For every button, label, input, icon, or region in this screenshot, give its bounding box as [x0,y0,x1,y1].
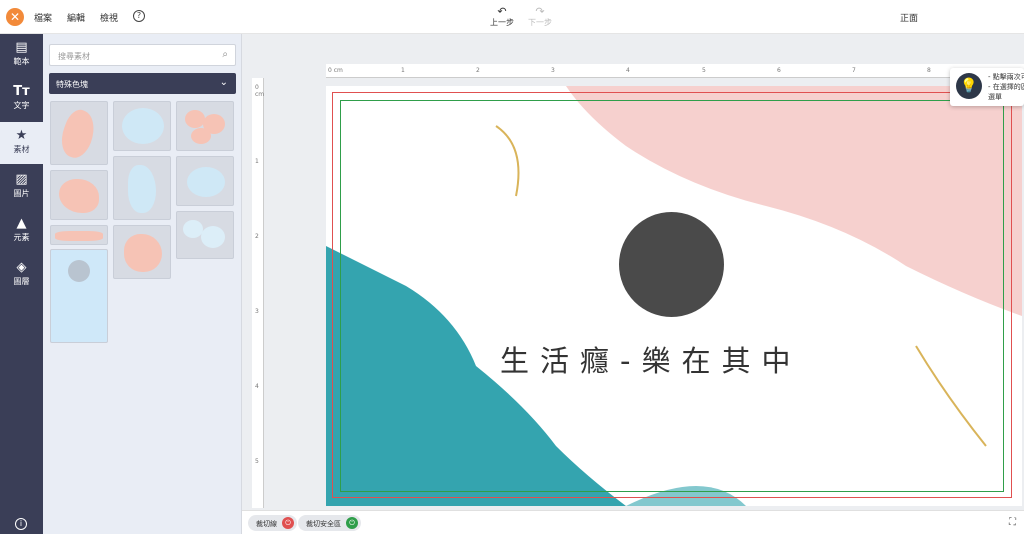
material-tile[interactable] [113,101,171,151]
top-toolbar: ✕ 檔案 編輯 檢視 ? ↶ 上一步 ↷ 下一步 正面 [0,0,1024,34]
side-selector[interactable]: 正面 [900,11,918,24]
material-tile[interactable] [50,249,108,343]
brush-blob [185,110,205,128]
material-tile[interactable] [113,225,171,279]
brush-blob [55,106,101,162]
shapes-icon: ▲ [16,216,27,231]
undo-icon: ↶ [497,5,507,18]
tip-line: - 在選擇的區 [988,83,1024,91]
info-icon[interactable]: i [15,518,27,530]
menu-file[interactable]: 檔案 [34,11,52,24]
material-tile[interactable] [176,211,234,259]
category-dropdown-label: 特殊色塊 [56,80,88,89]
text-icon: Tт [13,84,30,99]
undo-button[interactable]: ↶ 上一步 [487,6,517,28]
ruler-top-label: 5 [702,67,706,74]
ruler-top-label: 7 [852,67,856,74]
ruler-left-label: 4 [255,383,259,390]
menu-view[interactable]: 檢視 [100,11,118,24]
power-icon: ⏻ [346,517,358,529]
menu-edit[interactable]: 編輯 [67,11,85,24]
brush-blob [59,179,99,213]
category-dropdown[interactable]: 特殊色塊 ⌄ [49,73,236,94]
ruler-top-label: 3 [551,67,555,74]
brush-blob [201,226,225,248]
safe-zone-toggle[interactable]: 裁切安全區 ⏻ [298,515,361,531]
bottom-bar: 裁切線 ⏻ 裁切安全區 ⏻ ⛶ [242,510,1024,534]
material-tile[interactable] [176,156,234,206]
nav-text[interactable]: Tт 文字 [0,78,43,120]
nav-elements-label: 元素 [13,233,30,242]
brush-blob [187,167,225,197]
left-nav: ▤ 範本 Tт 文字 ★ 素材 ▨ 圖片 ▲ 元素 ◈ 圖層 i [0,34,43,534]
undo-label: 上一步 [490,18,514,27]
search-input[interactable]: 搜尋素材 ⌕ [49,44,236,66]
cut-line-toggle[interactable]: 裁切線 ⏻ [248,515,297,531]
help-icon[interactable]: ? [133,10,145,22]
brush-blob [122,108,164,144]
nav-layers[interactable]: ◈ 圖層 [0,254,43,296]
search-placeholder: 搜尋素材 [58,52,90,61]
brush-blob [183,220,203,238]
image-icon: ▨ [15,172,28,187]
search-icon[interactable]: ⌕ [222,49,228,60]
star-icon: ★ [15,128,28,143]
nav-materials[interactable]: ★ 素材 [0,122,43,164]
ruler-left-label: 0 cm [255,84,265,98]
ruler-left-label: 1 [255,158,259,165]
ruler-left: 0 cm 1 2 3 4 5 [252,78,264,508]
brush-blob [128,165,156,213]
tip-line: 選單 [988,93,1002,101]
fullscreen-icon[interactable]: ⛶ [1009,517,1016,528]
nav-layers-label: 圖層 [13,277,30,286]
id-card-icon: ▤ [15,40,28,55]
ruler-left-label: 5 [255,458,259,465]
redo-icon: ↷ [535,5,545,18]
headline-text[interactable]: 生活癮-樂在其中 [500,338,801,380]
cut-line-label: 裁切線 [256,520,277,528]
close-logo-button[interactable]: ✕ [6,8,24,26]
layers-icon: ◈ [16,260,27,275]
material-tile[interactable] [113,156,171,220]
brush-blob [191,128,211,144]
lightbulb-icon: 💡 [956,73,982,99]
material-tile[interactable] [50,225,108,245]
redo-button[interactable]: ↷ 下一步 [525,6,555,28]
nav-templates-label: 範本 [13,57,30,66]
ruler-top-label: 2 [476,67,480,74]
materials-panel: 搜尋素材 ⌕ 特殊色塊 ⌄ [43,34,242,534]
nav-elements[interactable]: ▲ 元素 [0,210,43,252]
ruler-left-label: 3 [255,308,259,315]
nav-templates[interactable]: ▤ 範本 [0,34,43,76]
ruler-top-label: 8 [927,67,931,74]
material-tile[interactable] [50,101,108,165]
ruler-top-label: 0 cm [328,67,343,74]
power-icon: ⏻ [282,517,294,529]
material-tile[interactable] [176,101,234,151]
redo-label: 下一步 [528,18,552,27]
nav-images-label: 圖片 [13,189,30,198]
tip-line: - 點擊兩次可 [988,73,1024,81]
material-tile[interactable] [50,170,108,220]
chevron-down-icon: ⌄ [219,77,228,88]
circle-shape[interactable] [619,212,724,317]
nav-materials-label: 素材 [13,145,30,154]
tip-popup: 💡 - 點擊兩次可 - 在選擇的區 選單 [950,68,1024,106]
ruler-top-label: 4 [626,67,630,74]
ruler-top-label: 6 [777,67,781,74]
nav-images[interactable]: ▨ 圖片 [0,166,43,208]
safe-zone-label: 裁切安全區 [306,520,341,528]
ruler-left-label: 2 [255,233,259,240]
brush-blob [68,260,90,282]
ruler-top: 0 cm 1 2 3 4 5 6 7 8 [326,64,1024,78]
brush-blob [124,234,162,272]
nav-text-label: 文字 [13,101,30,110]
brush-blob [55,231,103,241]
ruler-top-label: 1 [401,67,405,74]
